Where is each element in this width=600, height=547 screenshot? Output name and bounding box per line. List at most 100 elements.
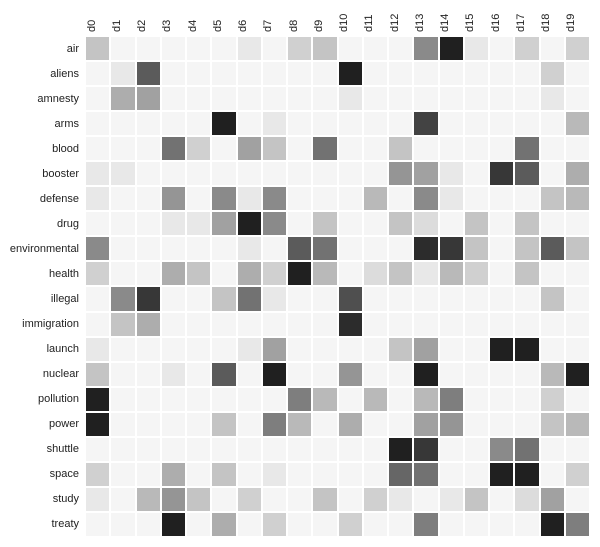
row-label: blood — [52, 143, 85, 155]
column-header: d16 — [489, 0, 514, 36]
heatmap-cell — [136, 86, 161, 111]
heatmap-cell — [136, 136, 161, 161]
heatmap-cell — [540, 387, 565, 412]
heatmap-cell — [439, 362, 464, 387]
heatmap-cell — [287, 462, 312, 487]
heatmap-cell — [136, 462, 161, 487]
heatmap-row: health — [85, 261, 590, 286]
heatmap-cell — [211, 161, 236, 186]
heatmap-cell — [363, 362, 388, 387]
heatmap-cell — [262, 161, 287, 186]
heatmap-cell — [540, 337, 565, 362]
heatmap-cell — [338, 286, 363, 311]
heatmap-cell — [464, 86, 489, 111]
heatmap-cell — [338, 312, 363, 337]
heatmap-cell — [439, 387, 464, 412]
heatmap-cell — [287, 512, 312, 537]
heatmap-cell — [489, 387, 514, 412]
heatmap-cell — [287, 211, 312, 236]
heatmap-cell — [161, 86, 186, 111]
heatmap-cell — [388, 186, 413, 211]
heatmap-cell — [338, 236, 363, 261]
heatmap-cell — [237, 61, 262, 86]
column-header: d0 — [85, 0, 110, 36]
heatmap-cell — [237, 362, 262, 387]
heatmap-cell — [464, 286, 489, 311]
heatmap-cell — [363, 286, 388, 311]
column-header: d2 — [136, 0, 161, 36]
heatmap-cell — [85, 136, 110, 161]
heatmap-cell — [161, 286, 186, 311]
heatmap-cell — [439, 161, 464, 186]
heatmap-cell — [211, 236, 236, 261]
heatmap-cell — [136, 111, 161, 136]
heatmap-cell — [540, 362, 565, 387]
heatmap-cell — [262, 136, 287, 161]
heatmap-row: defense — [85, 186, 590, 211]
heatmap-cell — [489, 111, 514, 136]
heatmap-cell — [262, 462, 287, 487]
heatmap-cell — [363, 161, 388, 186]
heatmap-cell — [161, 111, 186, 136]
heatmap-cell — [312, 337, 337, 362]
heatmap-cell — [110, 186, 135, 211]
heatmap-cell — [312, 387, 337, 412]
heatmap-cell — [489, 136, 514, 161]
heatmap-cell — [161, 387, 186, 412]
heatmap-cell — [413, 211, 438, 236]
column-header: d19 — [565, 0, 590, 36]
heatmap-cell — [514, 161, 539, 186]
heatmap-cell — [312, 512, 337, 537]
heatmap-cell — [439, 186, 464, 211]
heatmap-cell — [540, 437, 565, 462]
heatmap-cell — [136, 161, 161, 186]
heatmap-cell — [110, 487, 135, 512]
heatmap-row: booster — [85, 161, 590, 186]
heatmap-cell — [489, 512, 514, 537]
heatmap-cell — [85, 412, 110, 437]
heatmap-cell — [85, 111, 110, 136]
heatmap-cell — [363, 261, 388, 286]
heatmap-cell — [514, 462, 539, 487]
row-label: environmental — [10, 243, 85, 255]
heatmap-cell — [262, 36, 287, 61]
heatmap-cell — [464, 437, 489, 462]
heatmap-cell — [540, 211, 565, 236]
heatmap-cell — [161, 236, 186, 261]
column-header: d14 — [439, 0, 464, 36]
heatmap-cell — [464, 512, 489, 537]
heatmap-cell — [489, 462, 514, 487]
column-header: d17 — [514, 0, 539, 36]
heatmap-cell — [262, 111, 287, 136]
heatmap-cell — [85, 211, 110, 236]
heatmap-cell — [237, 337, 262, 362]
heatmap-cell — [110, 211, 135, 236]
heatmap-cell — [237, 286, 262, 311]
heatmap-cell — [338, 437, 363, 462]
heatmap-cell — [464, 161, 489, 186]
column-header-label: d16 — [490, 14, 502, 32]
column-header-label: d10 — [338, 14, 350, 32]
heatmap-cell — [565, 186, 590, 211]
heatmap-row: blood — [85, 136, 590, 161]
heatmap-cell — [136, 312, 161, 337]
row-label: health — [49, 268, 85, 280]
heatmap-cell — [514, 362, 539, 387]
heatmap-cell — [514, 412, 539, 437]
heatmap-cell — [363, 111, 388, 136]
heatmap-row: amnesty — [85, 86, 590, 111]
heatmap-cell — [262, 61, 287, 86]
heatmap-cell — [287, 236, 312, 261]
heatmap-cell — [388, 512, 413, 537]
heatmap-cell — [413, 362, 438, 387]
heatmap-grid: airaliensamnestyarmsbloodboosterdefensed… — [85, 36, 590, 537]
heatmap-cell — [161, 61, 186, 86]
column-header: d13 — [413, 0, 438, 36]
column-header-label: d2 — [136, 20, 148, 32]
heatmap-cell — [287, 437, 312, 462]
heatmap-cell — [464, 186, 489, 211]
heatmap-cell — [186, 337, 211, 362]
row-label: drug — [57, 218, 85, 230]
heatmap-cell — [363, 36, 388, 61]
heatmap-cell — [136, 437, 161, 462]
